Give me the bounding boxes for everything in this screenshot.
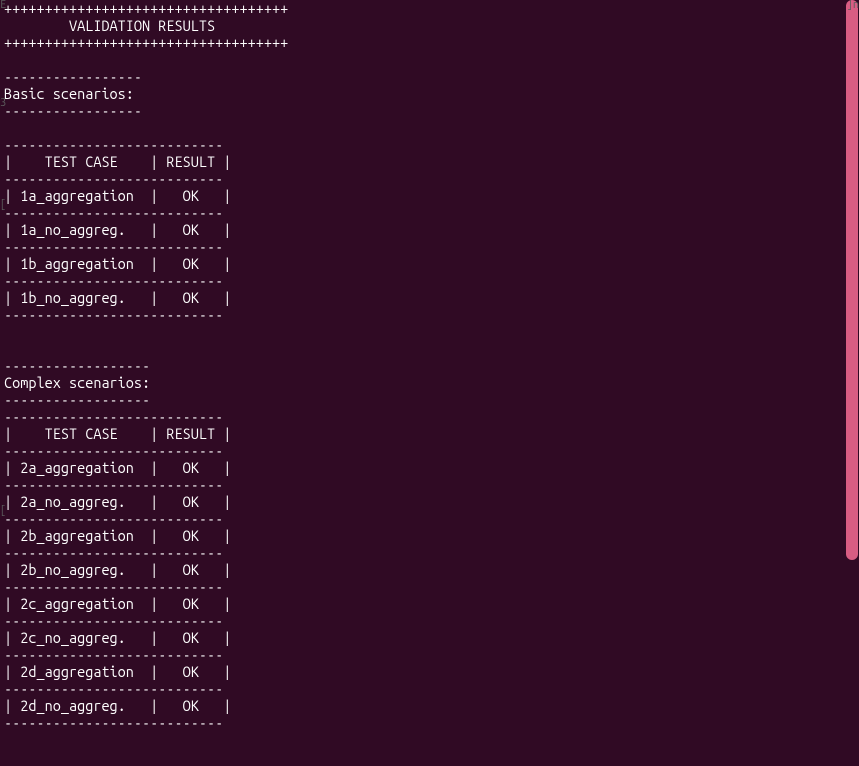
table-row: | 2c_aggregation | OK | — [4, 595, 231, 612]
section-divider-bottom: ----------------- — [4, 102, 142, 119]
table-divider: --------------------------- — [4, 408, 223, 425]
table-row: | 1b_no_aggreg. | OK | — [4, 289, 231, 306]
table-row: | 1b_aggregation | OK | — [4, 255, 231, 272]
table-divider: --------------------------- — [4, 272, 223, 289]
header-divider-top: +++++++++++++++++++++++++++++++++++ — [4, 0, 288, 17]
table-divider: --------------------------- — [4, 510, 223, 527]
table-divider: --------------------------- — [4, 544, 223, 561]
table-row: | 2a_aggregation | OK | — [4, 459, 231, 476]
table-divider: --------------------------- — [4, 306, 223, 323]
table-divider: --------------------------- — [4, 170, 223, 187]
section-divider-bottom: ------------------ — [4, 391, 150, 408]
table-divider: --------------------------- — [4, 714, 223, 731]
scrollbar-thumb[interactable] — [846, 0, 858, 560]
table-divider: --------------------------- — [4, 680, 223, 697]
table-row: | 1a_no_aggreg. | OK | — [4, 221, 231, 238]
table-row: | 2b_no_aggreg. | OK | — [4, 561, 231, 578]
table-row: | 2d_aggregation | OK | — [4, 663, 231, 680]
table-header-row: | TEST CASE | RESULT | — [4, 425, 231, 442]
table-row: | 2d_no_aggreg. | OK | — [4, 697, 231, 714]
section-title: Complex scenarios: — [4, 374, 150, 391]
table-divider: --------------------------- — [4, 442, 223, 459]
table-row: | 2c_no_aggreg. | OK | — [4, 629, 231, 646]
table-divider: --------------------------- — [4, 646, 223, 663]
table-divider: --------------------------- — [4, 204, 223, 221]
table-divider: --------------------------- — [4, 612, 223, 629]
section-divider-top: ----------------- — [4, 68, 142, 85]
header-title: VALIDATION RESULTS — [4, 17, 215, 34]
table-divider: --------------------------- — [4, 578, 223, 595]
scrollbar-track[interactable] — [845, 0, 859, 766]
table-divider: --------------------------- — [4, 136, 223, 153]
table-divider: --------------------------- — [4, 238, 223, 255]
table-row: | 2a_no_aggreg. | OK | — [4, 493, 231, 510]
table-row: | 1a_aggregation | OK | — [4, 187, 231, 204]
section-divider-top: ------------------ — [4, 357, 150, 374]
table-divider: --------------------------- — [4, 476, 223, 493]
table-row: | 2b_aggregation | OK | — [4, 527, 231, 544]
table-header-row: | TEST CASE | RESULT | — [4, 153, 231, 170]
header-divider-bottom: +++++++++++++++++++++++++++++++++++ — [4, 34, 288, 51]
section-title: Basic scenarios: — [4, 85, 134, 102]
terminal-output: +++++++++++++++++++++++++++++++++++ VALI… — [0, 0, 859, 766]
